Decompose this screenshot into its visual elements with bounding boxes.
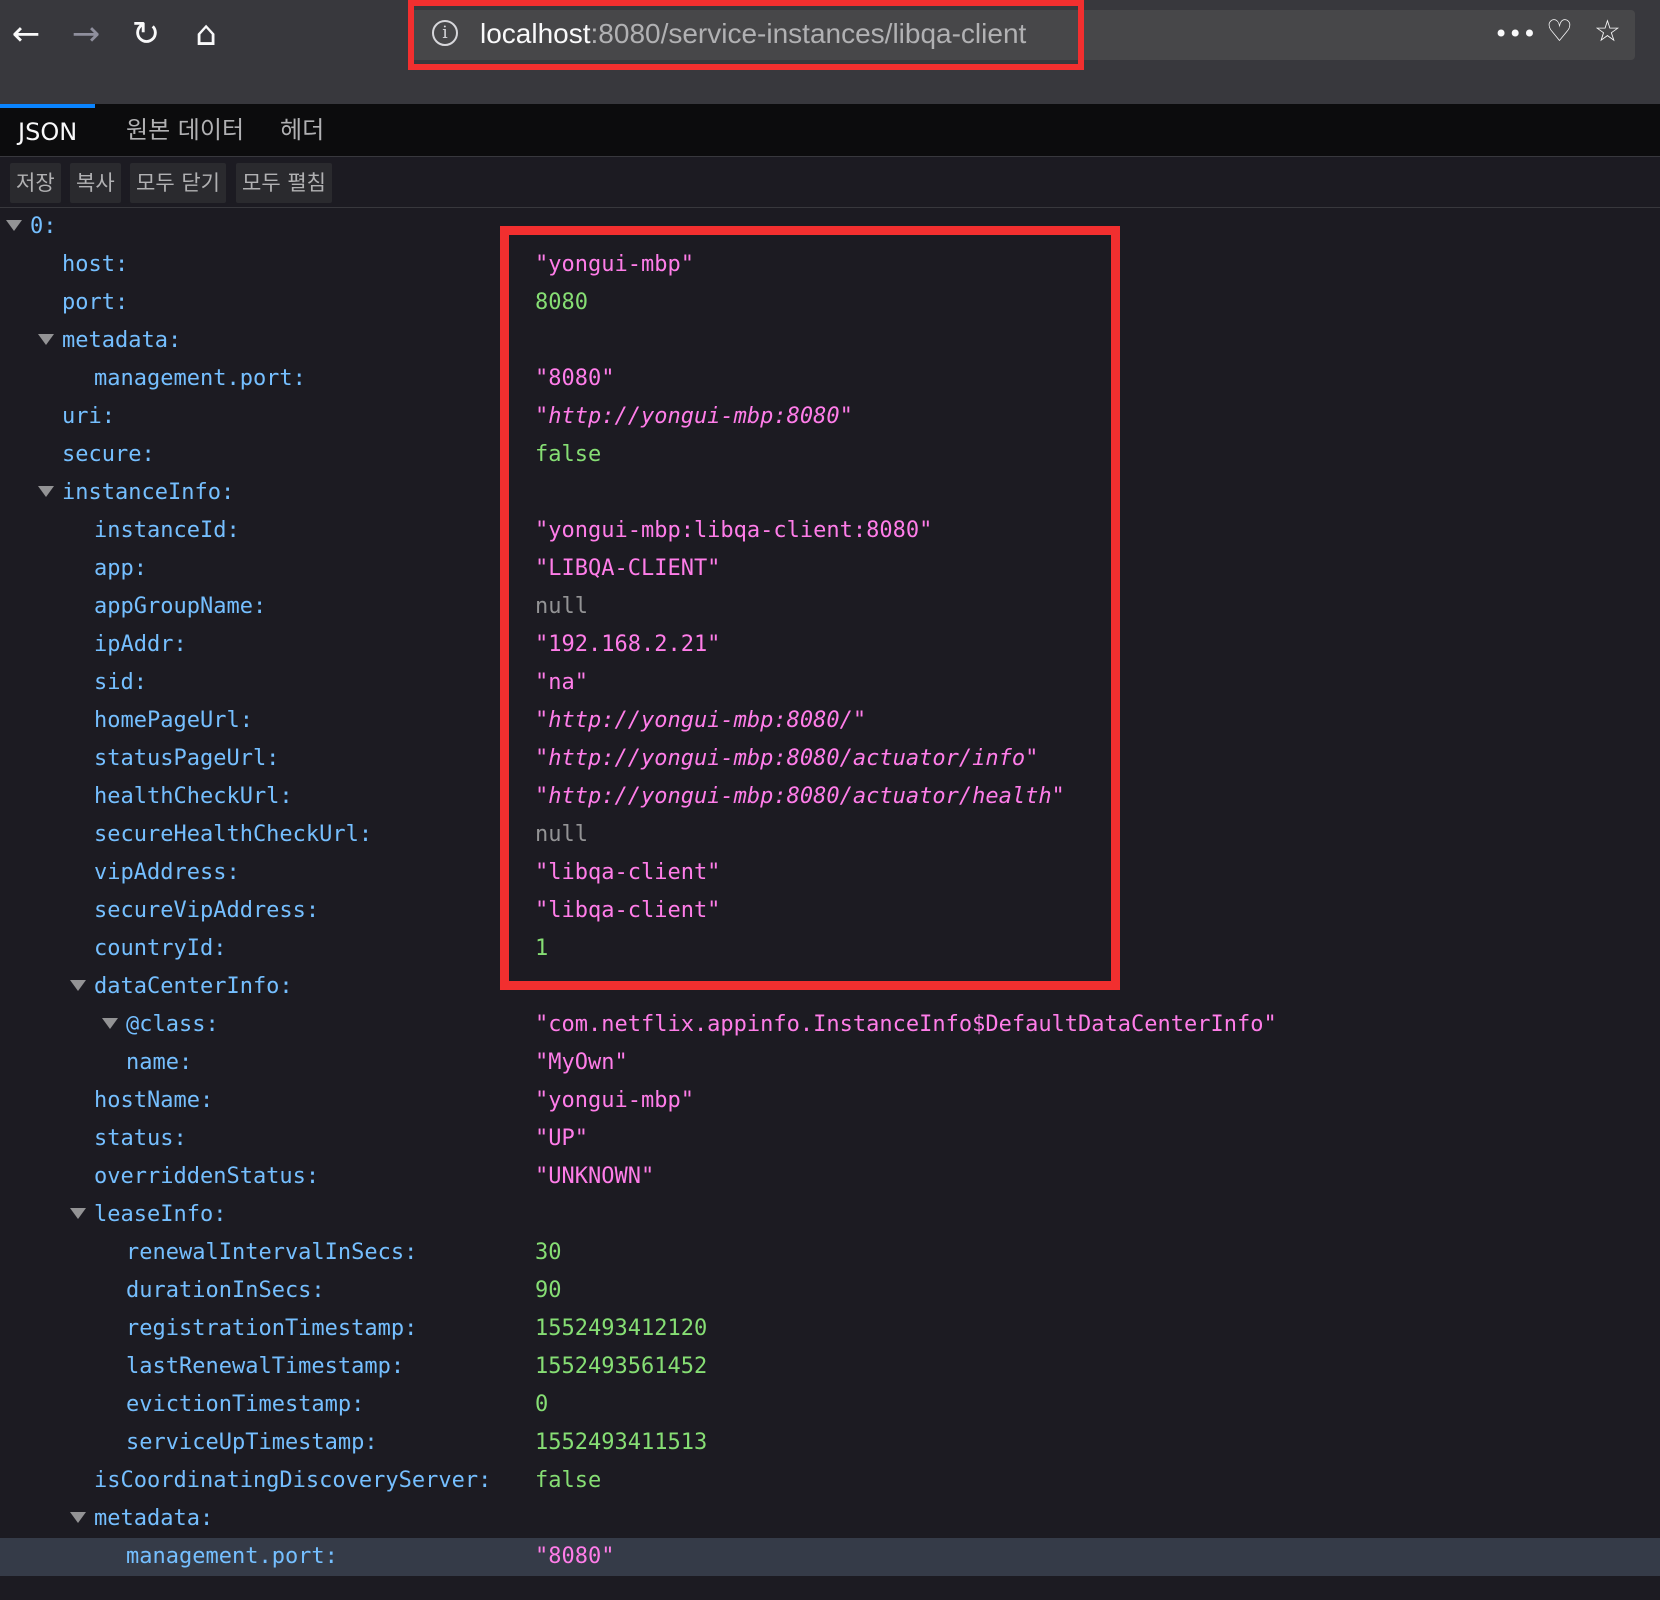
tree-key: appGroupName: xyxy=(94,594,267,619)
tree-key: uri: xyxy=(62,404,115,429)
values-highlight-box xyxy=(500,226,1120,990)
tree-value: "UNKNOWN" xyxy=(535,1164,655,1189)
tree-key: management.port: xyxy=(94,366,306,391)
url-highlight-box xyxy=(408,0,1084,70)
expand-toggle-icon[interactable] xyxy=(70,1208,86,1219)
expand-all-button[interactable]: 모두 펼침 xyxy=(236,163,332,203)
tree-key: metadata: xyxy=(62,328,182,353)
browser-toolbar: ← → ↻ ⌂ i localhost:8080/service-instanc… xyxy=(0,0,1660,104)
tree-key: statusPageUrl: xyxy=(94,746,280,771)
tree-row[interactable]: registrationTimestamp: 1552493412120 xyxy=(0,1310,1660,1348)
pocket-icon[interactable]: ♡ xyxy=(1546,14,1573,49)
copy-button[interactable]: 복사 xyxy=(70,163,121,203)
star-icon[interactable]: ☆ xyxy=(1594,14,1621,49)
tree-key: secureHealthCheckUrl: xyxy=(94,822,373,847)
forward-arrow-icon[interactable]: → xyxy=(64,12,108,56)
tree-key: renewalIntervalInSecs: xyxy=(126,1240,418,1265)
tree-key: dataCenterInfo: xyxy=(94,974,293,999)
tree-value: 1552493561452 xyxy=(535,1354,708,1379)
tree-key: overriddenStatus: xyxy=(94,1164,320,1189)
back-arrow-icon[interactable]: ← xyxy=(4,12,48,56)
tree-key: hostName: xyxy=(94,1088,214,1113)
tree-key: homePageUrl: xyxy=(94,708,253,733)
tree-row[interactable]: leaseInfo: xyxy=(0,1196,1660,1234)
tree-key: instanceId: xyxy=(94,518,240,543)
expand-toggle-icon[interactable] xyxy=(38,334,54,345)
tree-key: secureVipAddress: xyxy=(94,898,320,923)
tree-key: lastRenewalTimestamp: xyxy=(126,1354,405,1379)
home-icon[interactable]: ⌂ xyxy=(184,12,228,56)
tree-key: app: xyxy=(94,556,147,581)
tree-value: "MyOwn" xyxy=(535,1050,628,1075)
tree-key: name: xyxy=(126,1050,193,1075)
tree-value: 30 xyxy=(535,1240,562,1265)
tree-key: host: xyxy=(62,252,129,277)
more-icon[interactable]: ••• xyxy=(1494,20,1536,48)
tree-row[interactable]: serviceUpTimestamp: 1552493411513 xyxy=(0,1424,1660,1462)
tree-key: 0: xyxy=(30,214,57,239)
tab-raw-data[interactable]: 원본 데이터 xyxy=(108,104,262,156)
tree-key: status: xyxy=(94,1126,187,1151)
tree-key: registrationTimestamp: xyxy=(126,1316,418,1341)
tree-row[interactable]: name: "MyOwn" xyxy=(0,1044,1660,1082)
tree-value: "yongui-mbp" xyxy=(535,1088,694,1113)
tree-key: isCoordinatingDiscoveryServer: xyxy=(94,1468,492,1493)
json-toolbar: 저장 복사 모두 닫기 모두 펼침 xyxy=(0,157,1660,208)
tree-key: instanceInfo: xyxy=(62,480,235,505)
expand-toggle-icon[interactable] xyxy=(6,220,22,231)
tree-key: vipAddress: xyxy=(94,860,240,885)
tree-value: 1552493411513 xyxy=(535,1430,708,1455)
tree-value: 90 xyxy=(535,1278,562,1303)
tree-value: 1552493412120 xyxy=(535,1316,708,1341)
tree-value: "UP" xyxy=(535,1126,588,1151)
tree-row[interactable]: isCoordinatingDiscoveryServer: false xyxy=(0,1462,1660,1500)
tree-key: evictionTimestamp: xyxy=(126,1392,365,1417)
collapse-all-button[interactable]: 모두 닫기 xyxy=(130,163,226,203)
tree-key: secure: xyxy=(62,442,155,467)
tree-key: management.port: xyxy=(126,1544,338,1569)
tree-key: @class: xyxy=(126,1012,219,1037)
tree-row[interactable]: lastRenewalTimestamp: 1552493561452 xyxy=(0,1348,1660,1386)
tree-row[interactable]: renewalIntervalInSecs: 30 xyxy=(0,1234,1660,1272)
tree-key: durationInSecs: xyxy=(126,1278,325,1303)
expand-toggle-icon[interactable] xyxy=(70,1512,86,1523)
tree-row[interactable]: durationInSecs: 90 xyxy=(0,1272,1660,1310)
tree-key: metadata: xyxy=(94,1506,214,1531)
tab-headers[interactable]: 헤더 xyxy=(262,104,342,156)
tree-key: leaseInfo: xyxy=(94,1202,227,1227)
tree-row[interactable]: management.port: "8080" xyxy=(0,1538,1660,1576)
expand-toggle-icon[interactable] xyxy=(70,980,86,991)
tree-key: ipAddr: xyxy=(94,632,187,657)
tree-row[interactable]: hostName: "yongui-mbp" xyxy=(0,1082,1660,1120)
tree-key: sid: xyxy=(94,670,147,695)
expand-toggle-icon[interactable] xyxy=(102,1018,118,1029)
tree-row[interactable]: evictionTimestamp: 0 xyxy=(0,1386,1660,1424)
tree-row[interactable]: metadata: xyxy=(0,1500,1660,1538)
tree-key: healthCheckUrl: xyxy=(94,784,293,809)
tree-row[interactable]: @class: "com.netflix.appinfo.InstanceInfo… xyxy=(0,1006,1660,1044)
viewer-tabs: JSON 원본 데이터 헤더 xyxy=(0,104,1660,157)
tree-value: 0 xyxy=(535,1392,549,1417)
tree-key: port: xyxy=(62,290,129,315)
tree-row[interactable]: status: "UP" xyxy=(0,1120,1660,1158)
tree-key: countryId: xyxy=(94,936,227,961)
tree-value: "8080" xyxy=(535,1544,615,1569)
tree-row[interactable]: overriddenStatus: "UNKNOWN" xyxy=(0,1158,1660,1196)
tab-json[interactable]: JSON xyxy=(0,104,96,160)
expand-toggle-icon[interactable] xyxy=(38,486,54,497)
tree-value: false xyxy=(535,1468,602,1493)
save-button[interactable]: 저장 xyxy=(10,163,61,203)
reload-icon[interactable]: ↻ xyxy=(124,12,168,56)
tree-key: serviceUpTimestamp: xyxy=(126,1430,378,1455)
tree-value: "com.netflix.appinfo.InstanceInfo$Defaul… xyxy=(535,1012,1277,1037)
